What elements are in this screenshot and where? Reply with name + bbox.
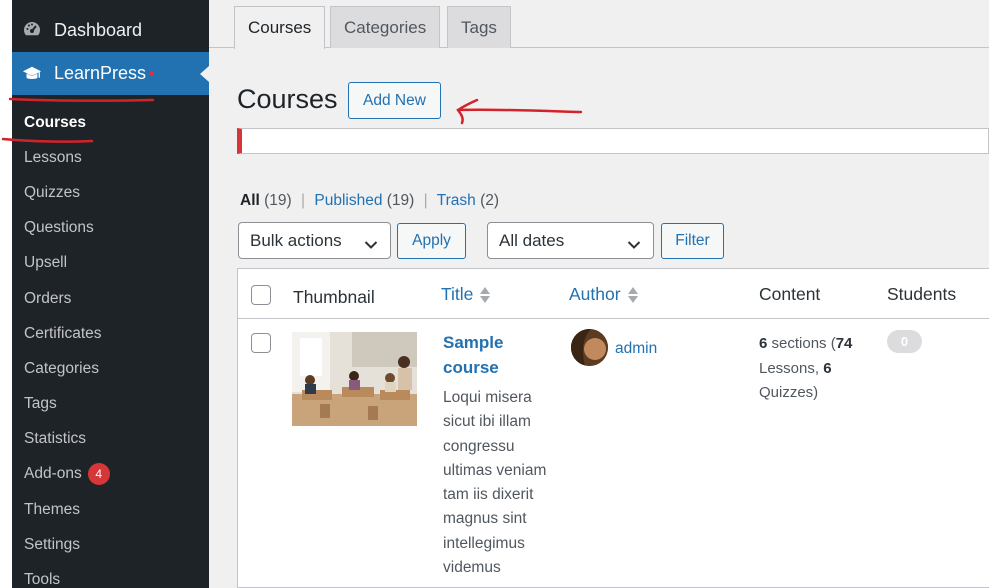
column-students: Students xyxy=(887,284,957,304)
sidebar-item-certificates[interactable]: Certificates xyxy=(12,316,209,351)
tab-courses[interactable]: Courses xyxy=(234,6,326,49)
course-thumbnail[interactable] xyxy=(292,332,417,426)
sidebar-item-tools[interactable]: Tools xyxy=(12,562,209,588)
column-author-label: Author xyxy=(569,284,621,304)
bulk-actions-select[interactable]: Bulk actions xyxy=(238,222,391,259)
graduation-cap-icon xyxy=(22,64,42,84)
admin-sidebar: Dashboard LearnPress Courses Lessons Qui… xyxy=(12,0,209,588)
sidebar-item-upsell[interactable]: Upsell xyxy=(12,246,209,281)
chevron-down-icon xyxy=(364,235,378,255)
select-all-checkbox[interactable] xyxy=(251,285,271,305)
filter-button[interactable]: Filter xyxy=(661,223,724,259)
admin-notice xyxy=(237,128,989,154)
sidebar-item-statistics[interactable]: Statistics xyxy=(12,422,209,457)
menu-dashboard-label: Dashboard xyxy=(54,19,143,40)
sidebar-item-categories[interactable]: Categories xyxy=(12,351,209,386)
lessons-text: Lessons, xyxy=(759,359,824,377)
status-filter-links: All (19) | Published (19) | Trash (2) xyxy=(240,192,499,210)
apply-button[interactable]: Apply xyxy=(397,223,466,259)
sidebar-item-label: Add-ons xyxy=(24,465,82,483)
course-title-link[interactable]: Sample course xyxy=(443,330,533,380)
sidebar-item-lessons[interactable]: Lessons xyxy=(12,140,209,175)
sidebar-item-label: Certificates xyxy=(24,324,102,342)
add-ons-count-badge: 4 xyxy=(87,463,110,486)
left-edge xyxy=(0,0,12,588)
filter-trash-count: (2) xyxy=(480,192,500,209)
nav-tabs: Courses Categories Tags xyxy=(209,0,989,49)
page-title: Courses xyxy=(237,84,338,114)
row-checkbox[interactable] xyxy=(251,333,271,353)
separator: | xyxy=(301,192,306,209)
sidebar-item-label: Orders xyxy=(24,289,72,307)
sidebar-item-add-ons[interactable]: Add-ons 4 xyxy=(12,457,209,492)
quizzes-count: 6 xyxy=(823,359,832,377)
sidebar-item-settings[interactable]: Settings xyxy=(12,527,209,562)
dashboard-gauge-icon xyxy=(22,20,42,40)
quizzes-text: Quizzes) xyxy=(759,384,819,401)
tab-categories[interactable]: Categories xyxy=(330,6,441,48)
filter-all[interactable]: All xyxy=(240,192,260,209)
sidebar-item-label: Courses xyxy=(24,113,87,131)
sidebar-item-label: Categories xyxy=(24,359,99,377)
column-title[interactable]: Title xyxy=(441,284,491,305)
sidebar-item-label: Themes xyxy=(24,500,80,518)
sidebar-item-courses[interactable]: Courses xyxy=(12,105,209,140)
sidebar-item-label: Upsell xyxy=(24,254,68,272)
filter-published[interactable]: Published xyxy=(314,192,382,209)
sidebar-item-orders[interactable]: Orders xyxy=(12,281,209,316)
column-author[interactable]: Author xyxy=(569,284,638,305)
sidebar-item-label: Tags xyxy=(24,395,57,413)
sidebar-item-label: Quizzes xyxy=(24,183,80,201)
lessons-count: 74 xyxy=(835,335,853,352)
column-content: Content xyxy=(759,284,821,304)
students-count-badge: 0 xyxy=(887,330,922,353)
course-content-summary: 6 sections (74 Lessons, 6 Quizzes) xyxy=(759,332,879,406)
sort-arrows-icon xyxy=(480,286,491,303)
chevron-down-icon xyxy=(627,235,641,255)
sidebar-item-label: Settings xyxy=(24,535,81,553)
tab-tags[interactable]: Tags xyxy=(447,6,511,48)
update-dot xyxy=(149,71,155,76)
avatar xyxy=(571,329,608,366)
sections-text: sections ( xyxy=(767,335,836,352)
menu-learnpress[interactable]: LearnPress xyxy=(12,52,209,95)
sidebar-item-label: Statistics xyxy=(24,430,87,448)
table-header: Thumbnail Title Author Content Students xyxy=(238,269,989,319)
sidebar-item-quizzes[interactable]: Quizzes xyxy=(12,175,209,210)
filter-all-count: (19) xyxy=(264,192,292,209)
column-title-label: Title xyxy=(441,284,474,304)
filter-trash[interactable]: Trash xyxy=(437,192,476,209)
column-thumbnail: Thumbnail xyxy=(293,287,375,307)
sidebar-item-label: Lessons xyxy=(24,148,82,166)
menu-dashboard[interactable]: Dashboard xyxy=(12,9,209,51)
dates-select[interactable]: All dates xyxy=(487,222,654,259)
bulk-actions-value: Bulk actions xyxy=(250,230,342,250)
sidebar-item-label: Questions xyxy=(24,219,94,237)
main-content: Courses Categories Tags Courses Add New … xyxy=(209,0,989,588)
filter-published-count: (19) xyxy=(386,192,415,209)
sort-arrows-icon xyxy=(627,286,638,303)
author-link[interactable]: admin xyxy=(615,340,657,358)
sidebar-item-label: Tools xyxy=(24,571,61,588)
sidebar-item-themes[interactable]: Themes xyxy=(12,492,209,527)
learnpress-submenu: Courses Lessons Quizzes Questions Upsell… xyxy=(12,105,209,588)
table-row: Sample course Loqui misera sicut ibi ill… xyxy=(238,320,989,588)
current-menu-arrow xyxy=(200,66,209,82)
courses-table: Thumbnail Title Author Content Students xyxy=(237,268,989,588)
course-description: Loqui misera sicut ibi illam congressu u… xyxy=(443,389,547,577)
add-new-button[interactable]: Add New xyxy=(348,82,441,119)
dates-value: All dates xyxy=(499,230,565,250)
separator: | xyxy=(423,192,428,209)
sidebar-item-tags[interactable]: Tags xyxy=(12,387,209,422)
menu-learnpress-label: LearnPress xyxy=(54,63,147,83)
sidebar-item-questions[interactable]: Questions xyxy=(12,211,209,246)
